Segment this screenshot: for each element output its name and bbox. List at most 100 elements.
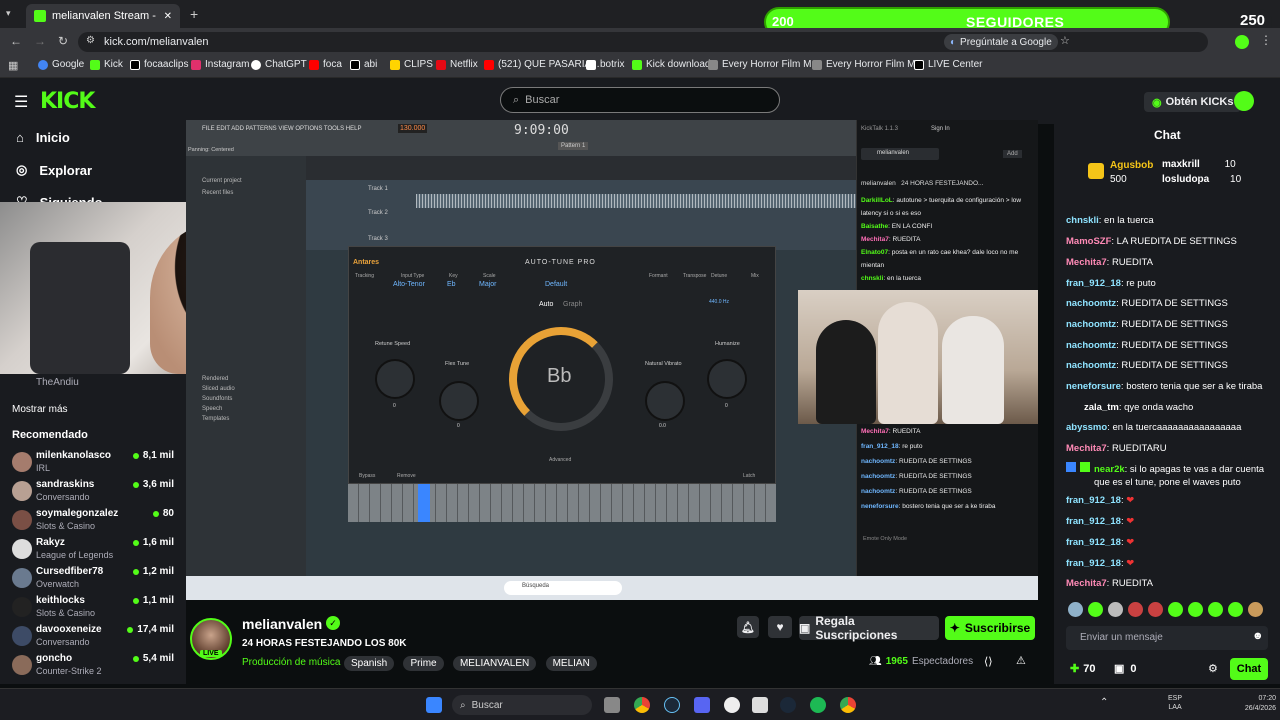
forward-icon[interactable]: → (34, 34, 46, 48)
plugin-input-type[interactable]: Alto-Tenor (393, 281, 425, 288)
share-icon[interactable]: ⟨⟩ (984, 655, 993, 668)
plugin-key[interactable]: Eb (447, 281, 456, 288)
followed-channel-partial[interactable]: TheAndiu (36, 377, 79, 388)
notifications-bell-button[interactable]: 🔔︎ (737, 616, 759, 638)
recommended-channel[interactable]: goncho Counter-Strike 2 5,4 mil (12, 653, 180, 681)
profile-avatar[interactable] (1235, 35, 1249, 49)
bookmark-item[interactable]: focaaclips (130, 59, 188, 70)
app-icon[interactable] (752, 697, 768, 713)
new-tab-button[interactable]: + (190, 6, 198, 22)
emote-icon[interactable] (1128, 602, 1143, 617)
recommended-channel[interactable]: milenkanolasco IRL 8,1 mil (12, 450, 180, 478)
plugin-bypass[interactable]: Bypass (359, 473, 375, 479)
bookmark-star-icon[interactable]: ☆ (1060, 34, 1070, 47)
windows-start-icon[interactable] (426, 697, 442, 713)
natural-vibrato-knob[interactable] (645, 381, 685, 421)
chrome-icon[interactable] (840, 697, 856, 713)
recommended-channel[interactable]: keithlocks Slots & Casino 1,1 mil (12, 595, 180, 623)
chat-settings-icon[interactable]: ⚙ (1208, 662, 1218, 675)
emoji-picker-icon[interactable]: ☻ (1252, 630, 1264, 642)
bookmark-item[interactable]: LIVE Center (914, 59, 982, 70)
emote-icon[interactable] (1168, 602, 1183, 617)
url-field[interactable]: ⚙ kick.com/melianvalen ◐ Pregúntale a Go… (78, 32, 1208, 52)
bookmark-item[interactable]: (521) QUE PASARIA... (484, 59, 600, 70)
app-icon[interactable] (724, 697, 740, 713)
plugin-scale[interactable]: Major (479, 281, 497, 288)
plugin-advanced[interactable]: Advanced (549, 457, 571, 463)
recommended-channel[interactable]: Rakyz League of Legends 1,6 mil (12, 537, 180, 565)
tag-chip[interactable]: Spanish (344, 656, 395, 671)
clock[interactable]: 07:20 26/4/2026 (1244, 694, 1276, 714)
gift-subs-button[interactable]: ▣ Regala Suscripciones (799, 614, 939, 642)
tab-close-icon[interactable]: ✕ (164, 11, 172, 22)
bookmark-item[interactable]: CLIPS (390, 59, 433, 70)
back-icon[interactable]: ← (10, 34, 22, 48)
plugin-latch[interactable]: Latch (743, 473, 755, 479)
tag-chip[interactable]: Prime (403, 656, 444, 671)
emote-quick-bar[interactable] (1068, 602, 1268, 618)
chat-send-button[interactable]: Chat (1230, 658, 1268, 680)
bookmark-item[interactable]: Every Horror Film M... (812, 59, 924, 70)
emote-icon[interactable] (1108, 602, 1123, 617)
discord-icon[interactable] (694, 697, 710, 713)
bookmark-item[interactable]: ChatGPT (251, 59, 307, 70)
recommended-channel[interactable]: Cursedfiber78 Overwatch 1,2 mil (12, 566, 180, 594)
chrome-icon[interactable] (634, 697, 650, 713)
bookmark-item[interactable]: Instagram (191, 59, 249, 70)
menu-kebab-icon[interactable]: ⋮ (1260, 33, 1272, 47)
nav-item-home[interactable]: ⌂ Inicio (16, 130, 70, 145)
emote-icon[interactable] (1228, 602, 1243, 617)
show-more-link[interactable]: Mostrar más (12, 404, 68, 415)
plugin-mode-graph[interactable]: Graph (563, 301, 582, 308)
recommended-channel[interactable]: sandraskins Conversando 3,6 mil (12, 479, 180, 507)
emote-icon[interactable] (1208, 602, 1223, 617)
hamburger-menu-icon[interactable]: ☰ (14, 92, 28, 112)
emote-icon[interactable] (1148, 602, 1163, 617)
follow-heart-button[interactable]: ♥ (768, 616, 792, 638)
nav-item-explore[interactable]: ◎ Explorar (16, 162, 92, 178)
recommended-channel[interactable]: soymalegonzalez Slots & Casino 80 (12, 508, 180, 536)
taskbar-search[interactable]: ⌕ Buscar (452, 695, 592, 715)
steam-icon[interactable] (780, 697, 796, 713)
channel-name[interactable]: melianvalen (242, 616, 322, 632)
bookmark-item[interactable]: Kick (90, 59, 123, 70)
bookmark-item[interactable]: Every Horror Film M... (708, 59, 820, 70)
stream-category[interactable]: Producción de música (242, 657, 340, 668)
apps-grid-icon[interactable]: ▦ (8, 59, 18, 72)
browser-tab[interactable]: melianvalen Stream - Watc ✕ (26, 4, 180, 28)
report-icon[interactable]: ⚠ (1016, 654, 1026, 667)
google-prompt-chip[interactable]: ◐ Pregúntale a Google (944, 34, 1058, 50)
steam-icon[interactable] (664, 697, 680, 713)
humanize-knob[interactable] (707, 359, 747, 399)
plugin-detune[interactable]: 440.0 Hz (709, 299, 729, 305)
recommended-channel[interactable]: davooxeneize Conversando 17,4 mil (12, 624, 180, 652)
retune-speed-knob[interactable] (375, 359, 415, 399)
emote-icon[interactable] (1248, 602, 1263, 617)
input-language[interactable]: ESP LAA (1168, 694, 1182, 712)
flex-tune-knob[interactable] (439, 381, 479, 421)
chat-input[interactable]: Enviar un mensaje ☻ (1066, 626, 1268, 650)
channel-points[interactable]: ✚ 70 (1070, 662, 1095, 676)
reload-icon[interactable]: ↻ (58, 34, 68, 48)
bookmark-item[interactable]: foca (309, 59, 342, 70)
bookmark-item[interactable]: Kick download (632, 59, 710, 70)
kick-logo[interactable]: KICK (40, 89, 95, 114)
get-kicks-button[interactable]: ◉ Obtén KICKs (1144, 92, 1242, 112)
tray-chevron-icon[interactable]: ⌃ (1100, 697, 1108, 708)
file-explorer-icon[interactable] (604, 697, 620, 713)
bookmark-item[interactable]: botrix (586, 59, 624, 70)
video-player[interactable]: FILE EDIT ADD PATTERNS VIEW OPTIONS TOOL… (186, 120, 1038, 600)
emote-icon[interactable] (1068, 602, 1083, 617)
plugin-preset[interactable]: Default (545, 281, 567, 288)
emote-icon[interactable] (1088, 602, 1103, 617)
subscribe-button[interactable]: ✦ Suscribirse (945, 616, 1035, 640)
tag-chip[interactable]: MELIAN (545, 656, 597, 671)
tag-chip[interactable]: MELIANVALEN (452, 656, 537, 671)
bookmark-item[interactable]: Netflix (436, 59, 478, 70)
bookmark-item[interactable]: abi (350, 59, 377, 70)
gift-count[interactable]: ▣ 0 (1114, 662, 1137, 676)
bookmark-item[interactable]: Google (38, 59, 84, 70)
search-input[interactable]: ⌕ Buscar (500, 87, 780, 113)
emote-icon[interactable] (1188, 602, 1203, 617)
spotify-icon[interactable] (810, 697, 826, 713)
